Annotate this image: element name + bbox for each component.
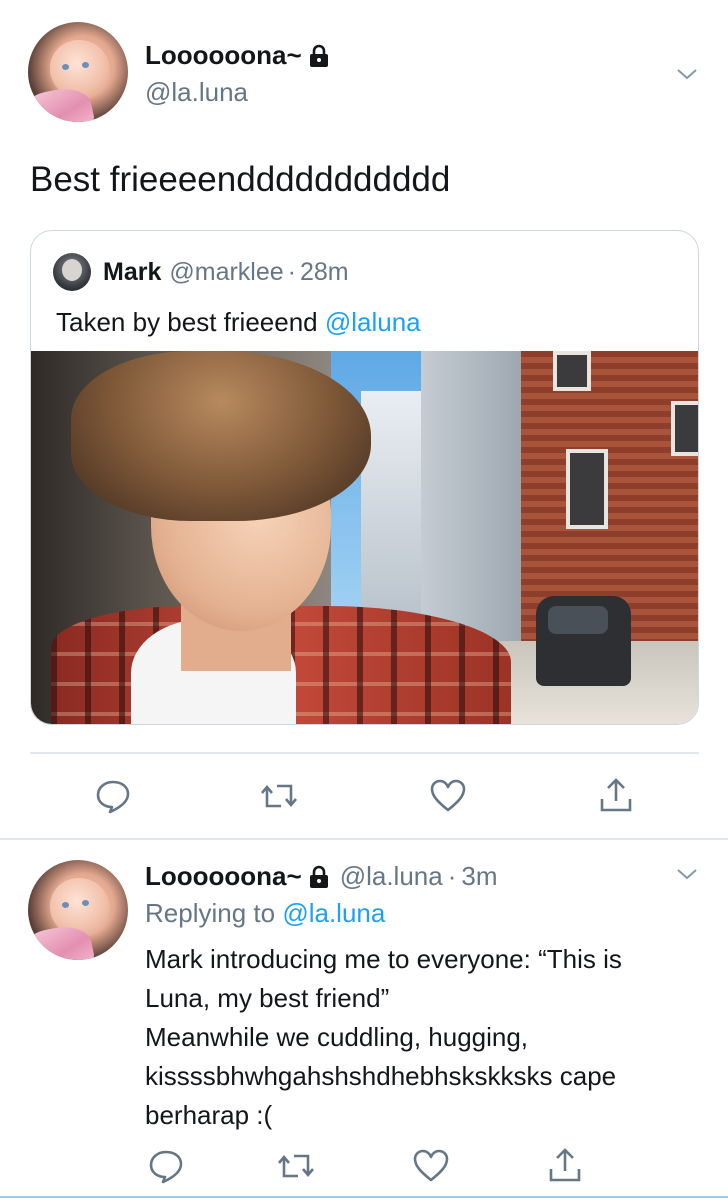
reply-author-row: Loooooona~ @la.luna · 3m [145,861,498,892]
tweet-separator [0,838,728,840]
reply-timestamp: 3m [461,861,498,891]
quoted-tweet[interactable]: Mark @marklee · 28m Taken by best frieee… [30,230,699,725]
reply-text: Mark introducing me to everyone: “This i… [145,940,622,1135]
handle[interactable]: @la.luna [145,77,248,108]
author-row: Loooooona~ [145,40,330,71]
share-icon[interactable] [596,775,636,815]
reply-text-line: berharap :( [145,1100,273,1130]
chevron-down-icon[interactable] [675,62,699,86]
quote-header: Mark @marklee · 28m [53,253,349,291]
retweet-icon[interactable] [276,1146,316,1186]
replying-to-label: Replying to [145,898,283,928]
tweet-text: Best frieeeenddddddddddd [30,160,451,199]
reply-display-name[interactable]: Loooooona~ [145,861,302,892]
quote-avatar [53,253,91,291]
replying-to-mention[interactable]: @la.luna [282,898,385,928]
lock-icon [308,44,330,68]
reply-icon[interactable] [93,776,133,816]
reply-icon[interactable] [146,1146,186,1186]
reply-text-line: Meanwhile we cuddling, hugging, [145,1022,529,1052]
heart-icon[interactable] [411,1146,451,1186]
heart-icon[interactable] [428,776,468,816]
retweet-icon[interactable] [259,776,299,816]
main-tweet: Loooooona~ @la.luna Best frieeeenddddddd… [0,0,728,838]
quote-mention-link[interactable]: @laluna [325,307,421,337]
quote-text-body: Taken by best frieeend [56,307,325,337]
chevron-down-icon[interactable] [675,862,699,886]
divider [30,752,699,754]
reply-text-line: Luna, my best friend” [145,983,390,1013]
replying-to: Replying to @la.luna [145,898,385,929]
reply-text-line: kissssbhwhgahshshdhebhskskksks cape [145,1061,617,1091]
reply-text-line: Mark introducing me to everyone: “This i… [145,944,622,974]
reply-separator: · [447,861,457,891]
bottom-border [0,1196,728,1198]
share-icon[interactable] [545,1145,585,1185]
quote-separator: · [287,257,296,286]
reply-handle[interactable]: @la.luna [340,861,443,892]
reply-avatar[interactable] [28,860,128,960]
quote-handle: @marklee [169,257,284,286]
quote-text: Taken by best frieeend @laluna [56,307,421,338]
lock-icon [308,865,330,889]
display-name[interactable]: Loooooona~ [145,40,302,71]
quote-display-name: Mark [103,257,162,286]
quote-timestamp: 28m [300,257,349,286]
quote-photo[interactable] [31,351,698,724]
avatar[interactable] [28,22,128,122]
